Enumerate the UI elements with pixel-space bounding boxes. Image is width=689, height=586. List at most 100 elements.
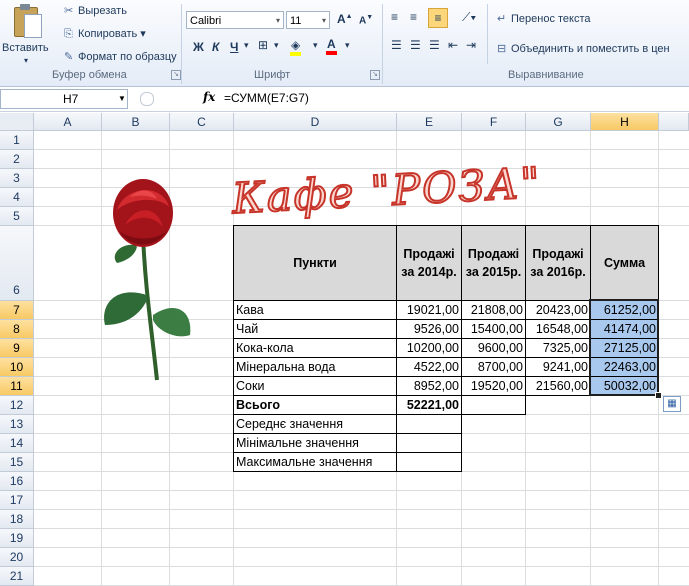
row-header-7[interactable]: 7 (0, 301, 34, 320)
formula-input[interactable]: =СУММ(E7:G7) (224, 91, 309, 105)
rose-image[interactable] (95, 175, 195, 390)
total-value-cell[interactable]: 52221,00 (396, 395, 462, 415)
paste-button[interactable]: Вставить (2, 42, 49, 54)
stat-value-cell[interactable] (396, 433, 462, 453)
stat-label-cell[interactable]: Максимальне значення (233, 452, 397, 472)
table-header-cell[interactable]: Продажі за 2016р. (525, 225, 591, 301)
column-header-a[interactable]: A (34, 113, 102, 131)
item-name-cell[interactable]: Соки (233, 376, 397, 396)
row-header-1[interactable]: 1 (0, 131, 34, 150)
fill-color-button[interactable]: ◈ (290, 38, 302, 56)
borders-dropdown-icon[interactable]: ▾ (274, 40, 279, 51)
row-header-9[interactable]: 9 (0, 339, 34, 358)
font-launcher-icon[interactable]: ↘ (370, 70, 380, 80)
sales-value-cell[interactable]: 9241,00 (525, 357, 591, 377)
row-header-10[interactable]: 10 (0, 358, 34, 377)
row-header-16[interactable]: 16 (0, 472, 34, 491)
copy-button[interactable]: ⎘ Копировать ▾ (64, 27, 146, 41)
sales-value-cell[interactable]: 10200,00 (396, 338, 462, 358)
sales-value-cell[interactable]: 8952,00 (396, 376, 462, 396)
row-header-15[interactable]: 15 (0, 453, 34, 472)
column-header-c[interactable]: C (170, 113, 234, 131)
italic-button[interactable]: К (212, 40, 219, 54)
sales-value-cell[interactable]: 19520,00 (461, 376, 526, 396)
stat-value-cell[interactable] (396, 452, 462, 472)
row-header-13[interactable]: 13 (0, 415, 34, 434)
clipboard-launcher-icon[interactable]: ↘ (171, 70, 181, 80)
align-left-button[interactable]: ☰ (391, 38, 402, 52)
total-empty-cell[interactable] (461, 395, 526, 415)
sales-value-cell[interactable]: 9526,00 (396, 319, 462, 339)
name-box[interactable]: H7 ▼ (0, 89, 128, 109)
table-header-cell[interactable]: Сумма (590, 225, 659, 301)
font-color-button[interactable]: A (326, 37, 337, 55)
sales-value-cell[interactable]: 20423,00 (525, 300, 591, 320)
row-header-12[interactable]: 12 (0, 396, 34, 415)
align-center-button[interactable]: ☰ (410, 38, 421, 52)
table-header-cell[interactable]: Продажі за 2014р. (396, 225, 462, 301)
item-name-cell[interactable]: Мінеральна вода (233, 357, 397, 377)
sales-value-cell[interactable]: 21560,00 (525, 376, 591, 396)
table-header-cell[interactable]: Пункти (233, 225, 397, 301)
sales-value-cell[interactable]: 7325,00 (525, 338, 591, 358)
sales-value-cell[interactable]: 9600,00 (461, 338, 526, 358)
row-header-21[interactable]: 21 (0, 567, 34, 586)
align-top-button[interactable]: ≡ (391, 10, 398, 24)
row-header-5[interactable]: 5 (0, 207, 34, 226)
row-header-11[interactable]: 11 (0, 377, 34, 396)
column-header-b[interactable]: B (102, 113, 170, 131)
column-header-g[interactable]: G (526, 113, 591, 131)
select-all-corner[interactable] (0, 113, 34, 131)
sales-value-cell[interactable]: 19021,00 (396, 300, 462, 320)
column-header-h[interactable]: H (591, 113, 659, 131)
underline-button[interactable]: Ч (230, 40, 238, 54)
grow-font-button[interactable]: A▲ (337, 12, 353, 26)
column-header-e[interactable]: E (397, 113, 462, 131)
row-header-4[interactable]: 4 (0, 188, 34, 207)
align-middle-button[interactable]: ≡ (410, 10, 417, 24)
row-header-14[interactable]: 14 (0, 434, 34, 453)
decrease-indent-button[interactable]: ⇤ (448, 38, 458, 52)
align-bottom-button[interactable]: ≡ (428, 8, 448, 28)
fill-handle[interactable] (655, 392, 662, 399)
sales-value-cell[interactable]: 4522,00 (396, 357, 462, 377)
merge-center-button[interactable]: ⊟ Объединить и поместить в цен (497, 42, 670, 55)
row-header-17[interactable]: 17 (0, 491, 34, 510)
sales-value-cell[interactable]: 8700,00 (461, 357, 526, 377)
shrink-font-button[interactable]: A▼ (359, 14, 373, 26)
stat-label-cell[interactable]: Мінімальне значення (233, 433, 397, 453)
wrap-text-button[interactable]: ↵ Перенос текста (497, 12, 591, 25)
table-header-cell[interactable]: Продажі за 2015р. (461, 225, 526, 301)
sales-value-cell[interactable]: 21808,00 (461, 300, 526, 320)
paste-options-icon[interactable]: ▦ (663, 396, 681, 412)
align-right-button[interactable]: ☰ (429, 38, 440, 52)
paste-icon[interactable] (14, 4, 42, 38)
row-header-18[interactable]: 18 (0, 510, 34, 529)
item-name-cell[interactable]: Кава (233, 300, 397, 320)
row-header-8[interactable]: 8 (0, 320, 34, 339)
row-header-20[interactable]: 20 (0, 548, 34, 567)
paste-dropdown-icon[interactable]: ▾ (24, 56, 28, 65)
name-box-dropdown-icon[interactable]: ▼ (118, 90, 126, 108)
row-header-6[interactable]: 6 (0, 226, 34, 301)
item-name-cell[interactable]: Кока-кола (233, 338, 397, 358)
item-name-cell[interactable]: Чай (233, 319, 397, 339)
row-header-3[interactable]: 3 (0, 169, 34, 188)
total-label-cell[interactable]: Всього (233, 395, 397, 415)
font-name-select[interactable]: Calibri ▾ (186, 11, 284, 29)
row-header-2[interactable]: 2 (0, 150, 34, 169)
stat-value-cell[interactable] (396, 414, 462, 434)
row-header-19[interactable]: 19 (0, 529, 34, 548)
format-painter-button[interactable]: ✎ Формат по образцу (64, 50, 177, 63)
fill-color-dropdown-icon[interactable]: ▾ (313, 40, 318, 51)
bold-button[interactable]: Ж (193, 40, 204, 54)
cut-button[interactable]: ✂ Вырезать (64, 4, 127, 17)
column-header-d[interactable]: D (234, 113, 397, 131)
column-header-f[interactable]: F (462, 113, 526, 131)
insert-function-icon[interactable]: fx (203, 90, 215, 104)
font-size-select[interactable]: 11 ▾ (286, 11, 330, 29)
underline-dropdown-icon[interactable]: ▾ (244, 40, 249, 51)
sales-value-cell[interactable]: 15400,00 (461, 319, 526, 339)
stat-label-cell[interactable]: Середнє значення (233, 414, 397, 434)
increase-indent-button[interactable]: ⇥ (466, 38, 476, 52)
